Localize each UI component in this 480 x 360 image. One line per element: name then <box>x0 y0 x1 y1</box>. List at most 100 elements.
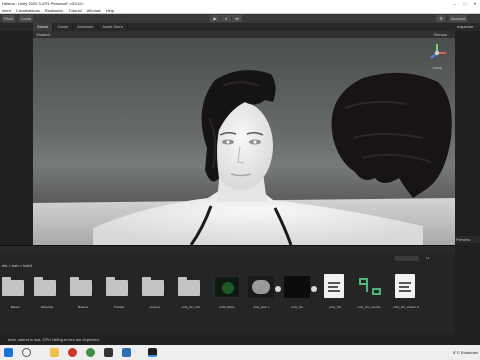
asset-folder-textures[interactable]: textures <box>140 274 170 314</box>
asset-folder-baked[interactable]: Baked <box>0 274 30 314</box>
maximize-button[interactable]: □ <box>460 0 470 7</box>
system-tray: 5°C Eclaircies <box>453 345 478 360</box>
asset-fbx-doc[interactable]: unity_fbx <box>320 274 350 314</box>
gizmos-dropdown[interactable]: Gizmos <box>433 31 447 38</box>
main-toolbar: Pivot Local ▶ ⏸ ⏭ ⚙ Account <box>0 14 480 23</box>
tab-animator[interactable]: Animator <box>73 23 99 31</box>
pivot-toggle[interactable]: Pivot <box>2 15 15 22</box>
asset-label: unity_fbx_animat... <box>357 305 383 309</box>
mesh-preview-icon <box>248 276 274 298</box>
scene-render <box>33 70 455 245</box>
asset-label: Materials <box>40 305 54 309</box>
menu-item-reallusion[interactable]: Reallusion <box>45 7 64 13</box>
pause-button[interactable]: ⏸ <box>221 15 231 22</box>
tab-game-label: Game <box>57 24 69 29</box>
taskbar: 5°C Eclaircies <box>0 345 480 360</box>
window-controls: – □ ✕ <box>450 0 480 7</box>
menu-item-window[interactable]: Window <box>87 7 101 13</box>
asset-label: unity_Hair 1 <box>252 305 269 309</box>
asset-folder-prefabs[interactable]: Prefabs <box>104 274 134 314</box>
tab-game[interactable]: Game <box>53 23 74 31</box>
orientation-gizmo[interactable]: < Persp <box>425 42 449 70</box>
settings-button[interactable]: ⚙ <box>436 15 446 22</box>
asset-material[interactable]: bab3 (Mate <box>212 274 242 314</box>
hierarchy-tab-spacer <box>0 23 33 31</box>
unity-icon[interactable] <box>104 348 113 357</box>
model-preview-icon <box>284 276 310 298</box>
status-bar[interactable]: beer, skeret is lost. GPU hitting errors… <box>0 335 455 345</box>
file-explorer-icon[interactable] <box>50 348 59 357</box>
asset-label: bab3 (Mate <box>219 305 235 309</box>
asset-label: unity_fbx <box>290 305 303 309</box>
asset-label: Prefabs <box>113 305 125 309</box>
scene-viewport[interactable]: < Persp <box>33 38 455 245</box>
folder-icon <box>34 280 56 296</box>
menu-item-component[interactable]: ment <box>2 7 11 13</box>
asset-label: Baked <box>10 305 20 309</box>
hair-mesh <box>331 72 452 198</box>
play-button[interactable]: ▶ <box>210 15 220 22</box>
account-button[interactable]: Account <box>449 15 468 22</box>
window-title: Helena - Unity 2020.3.47f1 Personal* <DX… <box>2 1 84 6</box>
unity-editor-taskbar-icon[interactable] <box>148 348 157 357</box>
title-bar: Helena - Unity 2020.3.47f1 Personal* <DX… <box>0 0 480 7</box>
asset-shader-doc[interactable]: unity_fbx_shader S <box>391 274 421 314</box>
asset-label: unity_fbx_hair <box>181 305 201 309</box>
start-icon[interactable] <box>4 348 13 357</box>
folder-icon <box>70 280 92 296</box>
folder-icon <box>106 280 128 296</box>
store-icon[interactable] <box>122 348 131 357</box>
local-toggle[interactable]: Local <box>19 15 33 22</box>
minimize-button[interactable]: – <box>450 0 460 7</box>
scene-view-toolbar: Shaded Gizmos <box>33 31 455 38</box>
weather-readout[interactable]: 5°C Eclaircies <box>453 350 478 355</box>
project-search[interactable] <box>395 256 419 261</box>
asset-folder-materials[interactable]: Materials <box>32 274 62 314</box>
asset-label: unity_fbx <box>328 305 341 309</box>
document-icon <box>395 274 415 298</box>
shading-mode-dropdown[interactable]: Shaded <box>36 31 50 38</box>
chrome-icon[interactable] <box>86 348 95 357</box>
menu-item-createatshas[interactable]: Createatshas <box>16 7 40 13</box>
material-preview-icon <box>214 276 240 298</box>
inspector-tab[interactable]: Inspector <box>455 23 480 31</box>
folder-icon <box>2 280 24 296</box>
tab-animator-label: Animator <box>77 24 94 29</box>
menu-bar: ment Createatshas Reallusion Tutorial Wi… <box>0 7 480 14</box>
asset-folder-hair[interactable]: unity_fbx_hair <box>176 274 206 314</box>
asset-count-label: 12 <box>426 256 430 260</box>
step-button[interactable]: ⏭ <box>232 15 242 22</box>
asset-label: Meshes <box>77 305 89 309</box>
breadcrumb[interactable]: ets > bab > bab3 <box>0 262 32 269</box>
expand-arrow-icon[interactable] <box>311 286 317 292</box>
gear-icon: ⚙ <box>439 16 443 21</box>
asset-count: 12 <box>426 256 429 260</box>
folder-icon <box>142 280 164 296</box>
project-tab-bar <box>0 246 455 254</box>
tab-scene-label: Scene <box>37 24 49 29</box>
folder-icon <box>178 280 200 296</box>
local-label: Local <box>21 16 31 21</box>
tab-asset-store[interactable]: Asset Store <box>98 23 128 31</box>
close-button[interactable]: ✕ <box>470 0 480 7</box>
asset-label: textures <box>149 305 161 309</box>
hierarchy-panel[interactable] <box>0 31 33 245</box>
menu-item-tutorial[interactable]: Tutorial <box>68 7 81 13</box>
opera-icon[interactable] <box>68 348 77 357</box>
status-message: beer, skeret is lost. GPU hitting errors… <box>8 337 100 342</box>
asset-fbx-dark[interactable]: unity_fbx <box>282 274 312 314</box>
expand-arrow-icon[interactable] <box>275 286 281 292</box>
preview-header[interactable]: Preview <box>455 236 480 243</box>
asset-mesh-hair[interactable]: unity_Hair 1 <box>246 274 276 314</box>
inspector-panel: Inspector Preview <box>455 23 480 345</box>
search-icon[interactable] <box>22 348 31 357</box>
account-label: Account <box>451 16 466 21</box>
document-icon <box>324 274 344 298</box>
asset-folder-meshes[interactable]: Meshes <box>68 274 98 314</box>
tab-asset-store-label: Asset Store <box>102 24 123 29</box>
tab-scene[interactable]: Scene <box>33 23 54 31</box>
asset-animator[interactable]: unity_fbx_animat... <box>355 274 385 314</box>
perspective-label[interactable]: < Persp <box>425 66 449 70</box>
project-panel: 12 ets > bab > bab3 Baked Materials Mesh… <box>0 245 455 345</box>
menu-item-help[interactable]: Help <box>106 7 114 13</box>
